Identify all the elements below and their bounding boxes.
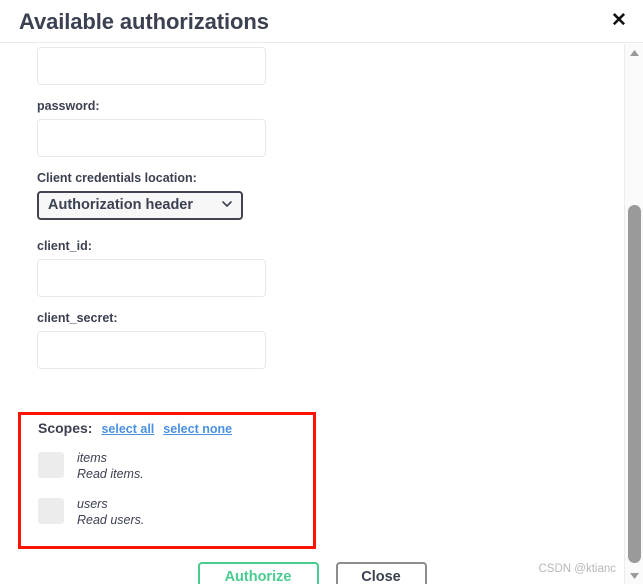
field-password: password: (37, 99, 337, 157)
scope-text-items: items Read items. (77, 450, 144, 482)
triangle-up-icon[interactable] (625, 44, 643, 61)
scope-row-users: users Read users. (38, 496, 318, 528)
password-label: password: (37, 99, 100, 113)
field-username: username: (37, 44, 337, 85)
client-id-label: client_id: (37, 239, 92, 253)
scope-checkbox-items[interactable] (38, 452, 64, 478)
scopes-label: Scopes: (38, 420, 93, 436)
scope-checkbox-users[interactable] (38, 498, 64, 524)
auth-form: username: password: Client credentials l… (37, 44, 337, 383)
close-x-icon[interactable]: ✕ (605, 8, 633, 34)
scope-description-items: Read items. (77, 467, 144, 481)
scope-name-items: items (77, 451, 107, 465)
client-secret-label: client_secret: (37, 311, 118, 325)
scope-description-users: Read users. (77, 513, 145, 527)
watermark: CSDN @ktianc (538, 563, 617, 575)
scope-text-users: users Read users. (77, 496, 144, 528)
username-input[interactable] (37, 47, 266, 85)
scopes-section: Scopes: select all select none items Rea… (38, 420, 318, 542)
modal-body: username: password: Client credentials l… (0, 44, 624, 584)
field-client-secret: client_secret: (37, 311, 337, 369)
client-secret-input[interactable] (37, 331, 266, 369)
page-title: Available authorizations (19, 9, 269, 34)
authorize-button[interactable]: Authorize (197, 562, 319, 584)
client-id-input[interactable] (37, 259, 266, 297)
field-client-id: client_id: (37, 239, 337, 297)
scope-row-items: items Read items. (38, 450, 318, 482)
triangle-down-icon[interactable] (625, 567, 643, 584)
credentials-location-select-wrap: Authorization header (37, 191, 243, 220)
scrollbar-thumb[interactable] (628, 205, 641, 563)
field-credentials-location: Client credentials location: Authorizati… (37, 171, 337, 225)
scopes-header: Scopes: select all select none (38, 420, 318, 436)
credentials-location-label: Client credentials location: (37, 171, 197, 185)
vertical-scrollbar[interactable] (624, 44, 643, 584)
scope-name-users: users (77, 497, 108, 511)
modal-header: Available authorizations ✕ (0, 0, 643, 43)
authorization-modal: Available authorizations ✕ username: pas… (0, 0, 643, 584)
password-input[interactable] (37, 119, 266, 157)
select-all-link[interactable]: select all (101, 422, 154, 436)
select-none-link[interactable]: select none (163, 422, 232, 436)
credentials-location-select[interactable]: Authorization header (37, 191, 243, 220)
close-button[interactable]: Close (335, 562, 427, 584)
modal-actions: Authorize Close (0, 562, 624, 584)
